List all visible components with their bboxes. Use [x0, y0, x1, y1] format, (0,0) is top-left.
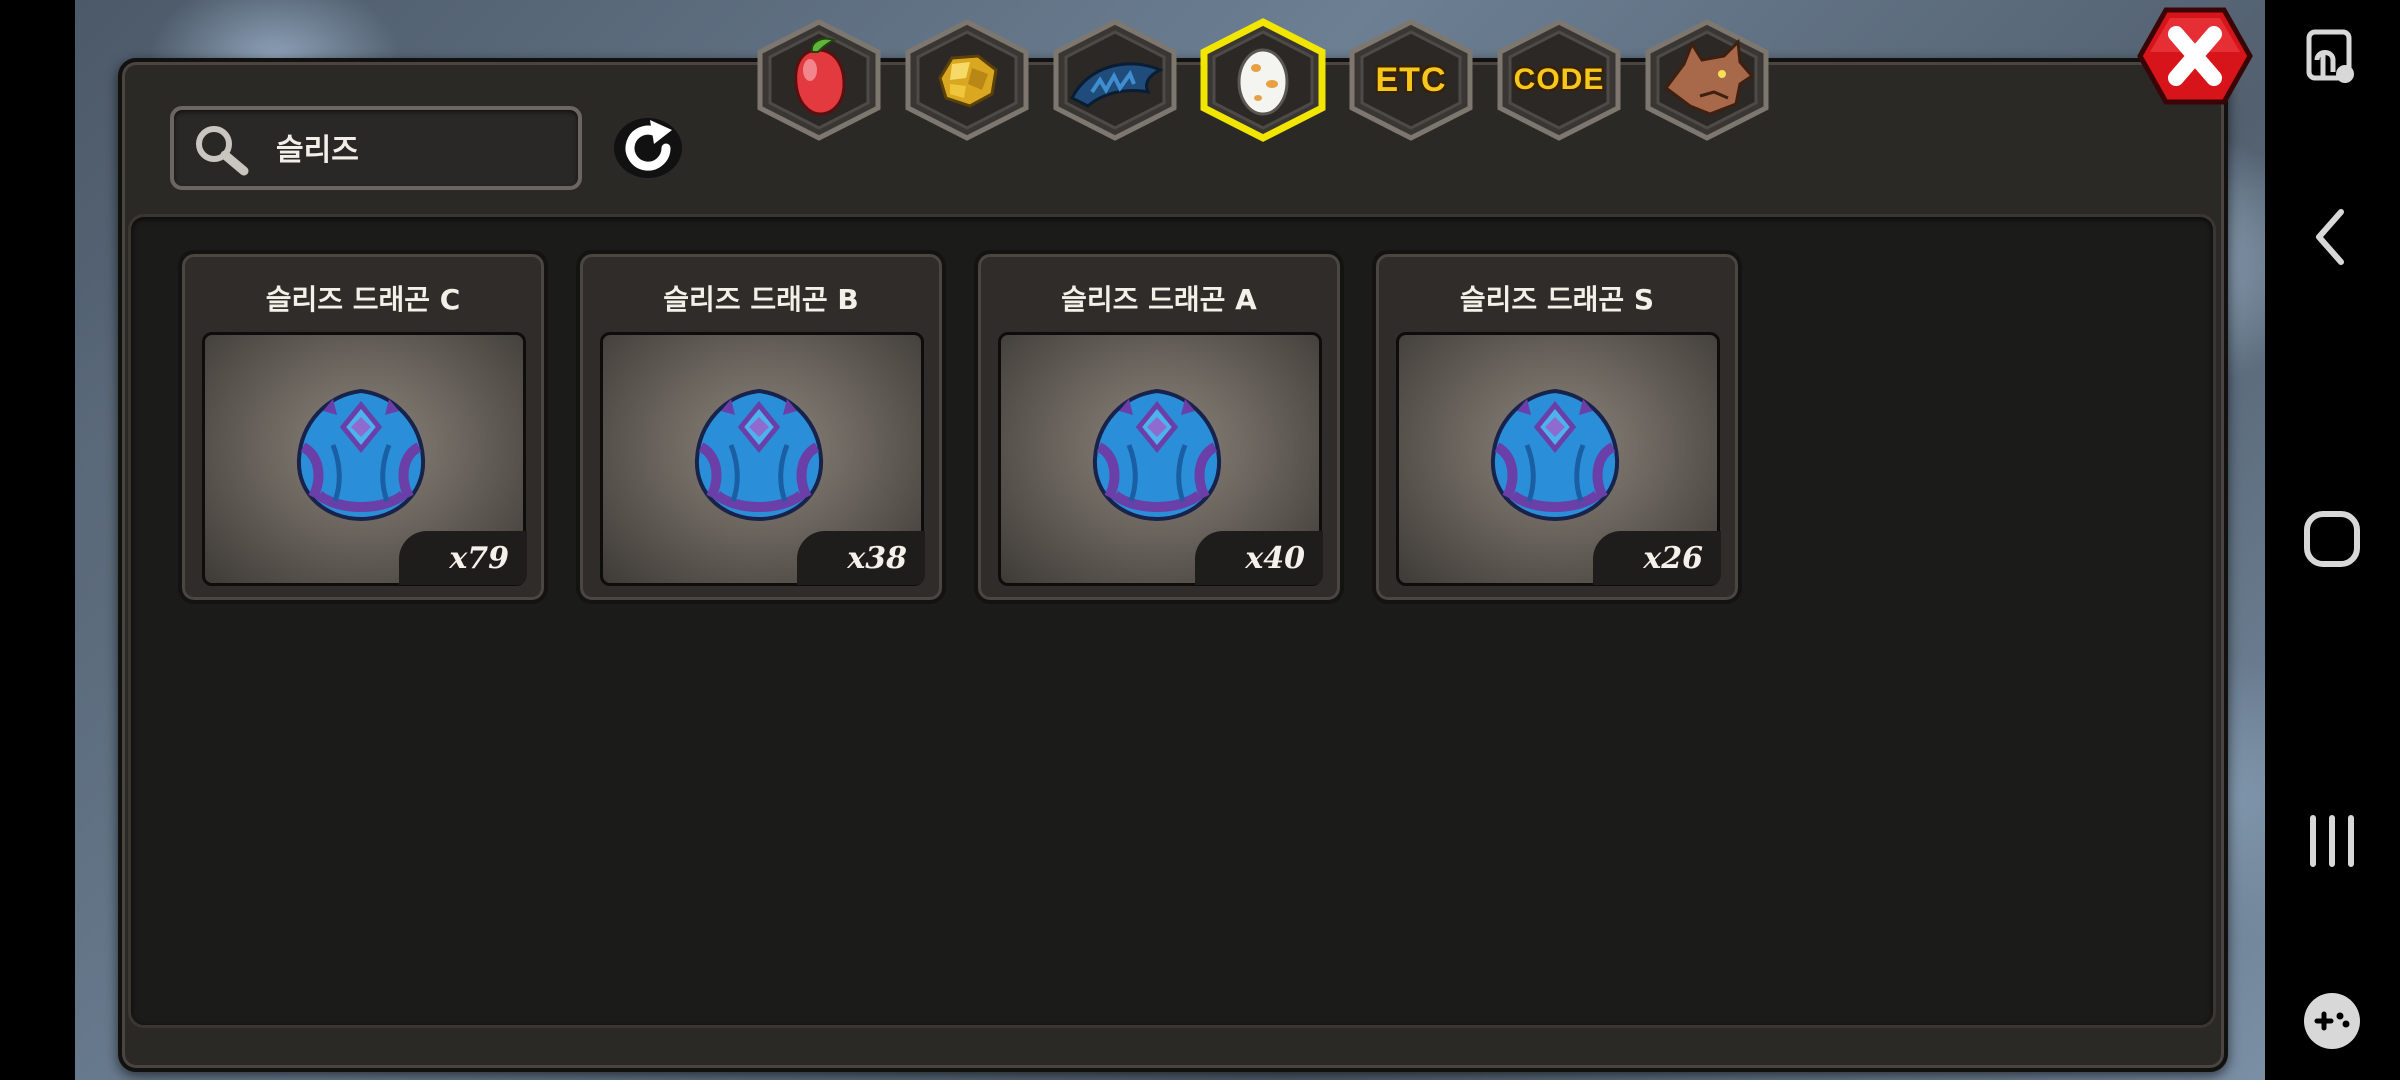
tab-etc[interactable]: ETC	[1344, 18, 1478, 142]
slize-dragon-egg-icon	[296, 388, 426, 522]
item-count: x40	[1195, 531, 1323, 585]
item-card[interactable]: 슬리즈 드래곤 S x26	[1372, 250, 1742, 604]
search-box[interactable]	[170, 106, 582, 190]
system-navigation-bar	[2265, 0, 2400, 1080]
tab-code[interactable]: CODE	[1492, 18, 1626, 142]
tab-code-label: CODE	[1513, 63, 1605, 96]
item-name: 슬리즈 드래곤 A	[1061, 283, 1257, 316]
gold-nugget-icon	[938, 54, 998, 108]
refresh-icon[interactable]	[610, 112, 686, 182]
fruit-icon	[794, 37, 846, 116]
item-slot: x79	[202, 332, 527, 586]
item-count: x26	[1593, 531, 1721, 585]
search-icon	[196, 126, 249, 176]
tab-etc-label: ETC	[1375, 60, 1447, 99]
egg-icon	[1237, 48, 1289, 116]
back-icon[interactable]	[2295, 200, 2369, 274]
tab-fruit[interactable]	[752, 18, 886, 142]
item-name: 슬리즈 드래곤 S	[1459, 283, 1655, 316]
home-icon[interactable]	[2295, 502, 2369, 576]
item-count: x38	[797, 531, 925, 585]
item-count: x79	[399, 531, 527, 585]
item-name: 슬리즈 드래곤 B	[663, 283, 859, 316]
dragon-head-icon	[1663, 38, 1755, 116]
item-slot: x40	[998, 332, 1323, 586]
item-card[interactable]: 슬리즈 드래곤 B x38	[576, 250, 946, 604]
tab-gold[interactable]	[900, 18, 1034, 142]
slize-dragon-egg-icon	[1092, 388, 1222, 522]
tab-dragon[interactable]	[1640, 18, 1774, 142]
item-card[interactable]: 슬리즈 드래곤 A x40	[974, 250, 1344, 604]
slize-dragon-egg-icon	[1490, 388, 1620, 522]
dragon-scale-icon	[1069, 62, 1164, 108]
tab-egg[interactable]	[1196, 18, 1330, 142]
item-slot: x38	[600, 332, 925, 586]
screenshot-icon[interactable]	[2295, 20, 2369, 94]
item-card[interactable]: 슬리즈 드래곤 C x79	[178, 250, 548, 604]
close-icon[interactable]	[2136, 6, 2254, 106]
search-input[interactable]	[274, 124, 568, 170]
slize-dragon-egg-icon	[694, 388, 824, 522]
item-name: 슬리즈 드래곤 C	[265, 283, 461, 316]
item-slot: x26	[1396, 332, 1721, 586]
game-tools-icon[interactable]	[2295, 984, 2369, 1058]
tab-dragon-scale[interactable]	[1048, 18, 1182, 142]
recents-icon[interactable]	[2295, 804, 2369, 878]
